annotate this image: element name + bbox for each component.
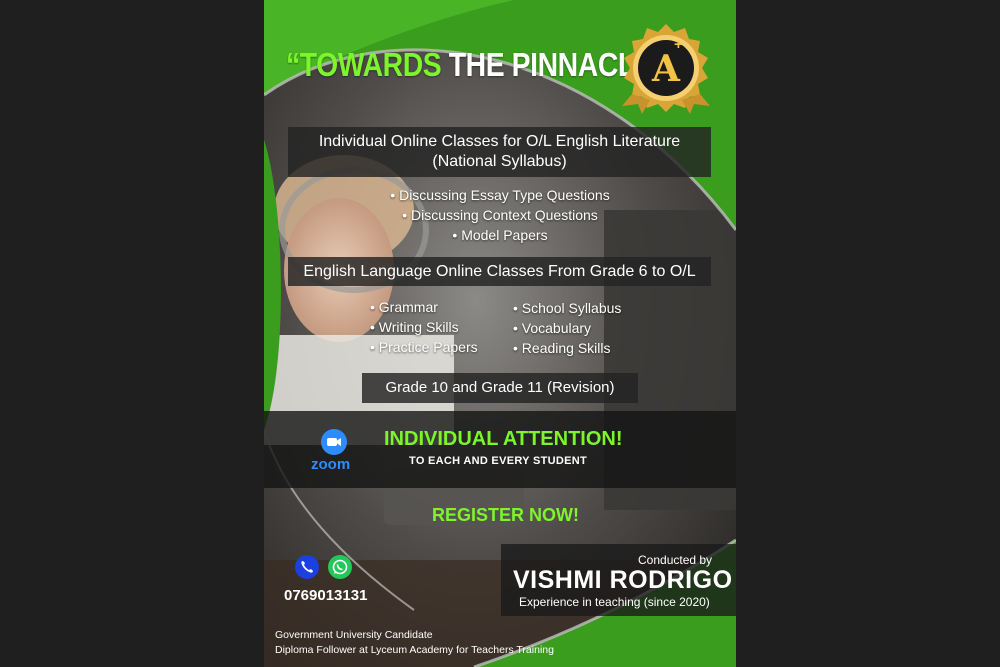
- literature-title-box: Individual Online Classes for O/L Englis…: [288, 127, 711, 177]
- literature-bullets: • Discussing Essay Type Questions • Disc…: [350, 185, 650, 245]
- headline-part1: “TOWARDS: [286, 46, 442, 83]
- language-title-box: English Language Online Classes From Gra…: [288, 257, 711, 286]
- poster: “TOWARDS THE PINNACLE” A + Individual On…: [264, 0, 736, 667]
- list-item: • School Syllabus: [513, 300, 622, 316]
- footer-line-2: Diploma Follower at Lyceum Academy for T…: [275, 644, 554, 656]
- register-now: REGISTER NOW!: [432, 505, 579, 525]
- literature-subtitle: (National Syllabus): [432, 153, 567, 170]
- list-item: • Writing Skills: [370, 319, 459, 335]
- language-bullets-right: • School Syllabus • Vocabulary • Reading…: [513, 298, 621, 358]
- phone-icon: [295, 555, 319, 579]
- whatsapp-icon: [328, 555, 352, 579]
- revision-box: Grade 10 and Grade 11 (Revision): [362, 373, 638, 403]
- headline: “TOWARDS THE PINNACLE”: [286, 46, 667, 84]
- language-title: English Language Online Classes From Gra…: [303, 263, 696, 280]
- seal-plus: +: [674, 36, 683, 53]
- list-item: • Model Papers: [452, 227, 548, 243]
- footer-line-1: Government University Candidate: [275, 629, 433, 641]
- teacher-name: VISHMI RODRIGO: [513, 566, 733, 594]
- zoom-camera-icon: [321, 429, 347, 455]
- revision-label: Grade 10 and Grade 11 (Revision): [385, 379, 615, 396]
- list-item: • Discussing Essay Type Questions: [390, 187, 610, 203]
- teacher-experience: Experience in teaching (since 2020): [519, 595, 710, 609]
- language-bullets-left: • Grammar • Writing Skills • Practice Pa…: [370, 297, 478, 357]
- phone-number: 0769013131: [284, 587, 368, 604]
- attention-subtitle: TO EACH AND EVERY STUDENT: [409, 455, 588, 467]
- literature-title: Individual Online Classes for O/L Englis…: [318, 133, 681, 150]
- conducted-by: Conducted by: [638, 553, 713, 567]
- attention-title: INDIVIDUAL ATTENTION!: [384, 428, 623, 450]
- zoom-logo: zoom: [311, 456, 351, 473]
- list-item: • Reading Skills: [513, 340, 611, 356]
- list-item: • Grammar: [370, 299, 438, 315]
- list-item: • Vocabulary: [513, 320, 592, 336]
- list-item: • Discussing Context Questions: [402, 207, 598, 223]
- list-item: • Practice Papers: [370, 339, 478, 355]
- seal-letter: A: [652, 48, 680, 90]
